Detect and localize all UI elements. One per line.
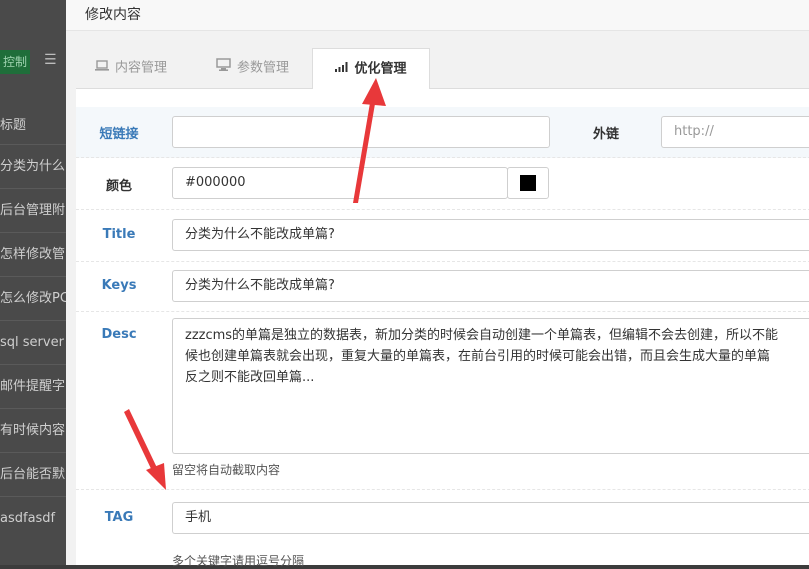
title-row: Title 分类为什么不能改成单篇? xyxy=(76,209,809,262)
background-row: 分类为什么 xyxy=(0,144,66,189)
tab-content-management[interactable]: 内容管理 xyxy=(95,48,195,88)
background-row: 怎样修改管 xyxy=(0,232,66,277)
sliders-icon: ☰ xyxy=(44,52,57,68)
shortlink-input[interactable] xyxy=(172,116,550,148)
edit-content-modal: 修改内容 内容管理 参数管理 优化管理 短链接 外链 http:// 颜色 #0… xyxy=(66,0,809,568)
desktop-icon xyxy=(216,48,231,88)
signal-bars-icon xyxy=(335,49,348,89)
title-label: Title xyxy=(102,227,136,242)
keys-row: Keys 分类为什么不能改成单篇? xyxy=(76,261,809,312)
desc-label: Desc xyxy=(101,327,137,342)
laptop-icon xyxy=(95,48,109,88)
modal-title: 修改内容 xyxy=(85,7,141,23)
modal-header: 修改内容 xyxy=(66,0,809,31)
background-row: 邮件提醒字 xyxy=(0,364,66,409)
tab-parameter-management[interactable]: 参数管理 xyxy=(216,48,326,88)
desc-textarea[interactable]: zzzcms的单篇是独立的数据表，新加分类的时候会自动创建一个单篇表，但编辑不会… xyxy=(172,318,809,454)
modal-body: 内容管理 参数管理 优化管理 短链接 外链 http:// 颜色 #000000… xyxy=(66,31,809,568)
background-control-button: 控制 xyxy=(0,50,30,74)
outlink-label: 外链 xyxy=(592,127,619,142)
color-row: 颜色 #000000 xyxy=(76,157,809,210)
desc-row: Desc zzzcms的单篇是独立的数据表，新加分类的时候会自动创建一个单篇表，… xyxy=(76,311,809,490)
tag-row: TAG 手机 多个关键字请用逗号分隔 xyxy=(76,489,809,568)
background-column-header: 标题 xyxy=(0,118,27,133)
tab-seo-management[interactable]: 优化管理 xyxy=(312,48,430,90)
background-row: sql server xyxy=(0,320,66,365)
keys-label: Keys xyxy=(101,278,137,293)
tab-label: 优化管理 xyxy=(354,61,407,77)
background-row: asdfasdf xyxy=(0,496,66,541)
tab-label: 内容管理 xyxy=(115,60,168,76)
desc-line: 候也创建单篇表就会出现，重复大量的单篇表，在前台引用的时候可能会出错，而且会生成… xyxy=(185,349,771,364)
seo-form: 短链接 外链 http:// 颜色 #000000 Title 分类为什么不能改… xyxy=(76,89,809,568)
background-page: 控制 ☰ 标题 分类为什么 后台管理附 怎样修改管 怎么修改PC sql ser… xyxy=(0,0,66,565)
tag-label: TAG xyxy=(104,510,134,525)
tab-bar: 内容管理 参数管理 优化管理 xyxy=(76,48,809,90)
color-picker-button[interactable] xyxy=(507,167,549,199)
background-row: 怎么修改PC xyxy=(0,276,66,321)
background-row: 有时候内容 xyxy=(0,408,66,453)
background-row: 后台能否默 xyxy=(0,452,66,497)
color-label: 颜色 xyxy=(105,179,132,194)
title-input[interactable]: 分类为什么不能改成单篇? xyxy=(172,219,809,251)
shortlink-row: 短链接 外链 http:// xyxy=(76,107,809,158)
desc-line: 反之则不能改回单篇... xyxy=(185,370,315,385)
tag-input[interactable]: 手机 xyxy=(172,502,809,534)
tag-hint: 多个关键字请用逗号分隔 xyxy=(172,554,305,568)
color-input[interactable]: #000000 xyxy=(172,167,508,199)
shortlink-label: 短链接 xyxy=(99,127,139,142)
desc-line: zzzcms的单篇是独立的数据表，新加分类的时候会自动创建一个单篇表，但编辑不会… xyxy=(185,328,779,343)
background-row: 后台管理附 xyxy=(0,188,66,233)
outlink-input[interactable]: http:// xyxy=(661,116,809,148)
color-swatch xyxy=(520,175,536,191)
tab-label: 参数管理 xyxy=(237,60,290,76)
desc-hint: 留空将自动截取内容 xyxy=(172,463,281,477)
keys-input[interactable]: 分类为什么不能改成单篇? xyxy=(172,270,809,302)
